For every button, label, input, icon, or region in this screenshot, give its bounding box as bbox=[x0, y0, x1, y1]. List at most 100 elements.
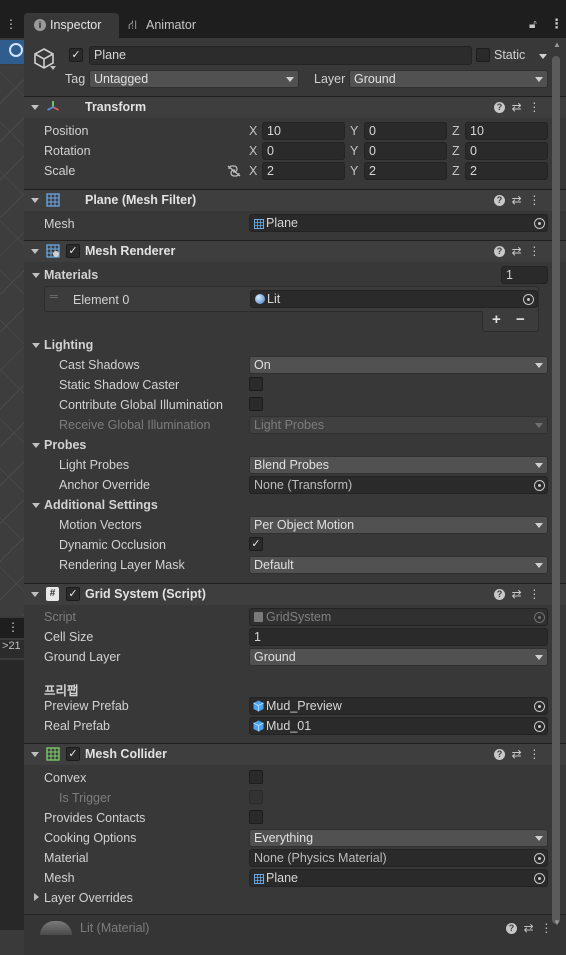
real-prefab-field[interactable]: Mud_01 bbox=[249, 717, 548, 735]
project-menu-icon[interactable]: ⋮ bbox=[7, 620, 19, 634]
collider-mesh-field[interactable]: Plane bbox=[249, 869, 548, 887]
scroll-down-icon[interactable]: ▼ bbox=[553, 918, 561, 927]
scale-z-field[interactable]: 2 bbox=[465, 162, 548, 180]
position-x-field[interactable]: 10 bbox=[262, 122, 345, 140]
rendering-layer-mask-dropdown[interactable]: Default bbox=[249, 556, 548, 574]
component-menu-icon[interactable]: ⋮ bbox=[528, 193, 540, 207]
drag-handle-icon[interactable]: ═ bbox=[50, 291, 58, 303]
layer-overrides-label[interactable]: Layer Overrides bbox=[44, 891, 133, 905]
light-probes-dropdown[interactable]: Blend Probes bbox=[249, 456, 548, 474]
position-y-label[interactable]: Y bbox=[350, 124, 358, 138]
convex-checkbox[interactable] bbox=[249, 770, 263, 784]
rotation-z-field[interactable]: 0 bbox=[465, 142, 548, 160]
scroll-up-icon[interactable]: ▲ bbox=[553, 40, 561, 49]
expand-icon[interactable] bbox=[31, 198, 39, 203]
help-icon[interactable]: ? bbox=[494, 589, 505, 601]
mesh-renderer-header[interactable]: ✓ Mesh Renderer ? ⇄ ⋮ bbox=[24, 240, 566, 262]
materials-expand-icon[interactable] bbox=[32, 273, 40, 278]
dynamic-occlusion-checkbox[interactable]: ✓ bbox=[249, 537, 263, 551]
help-icon[interactable]: ? bbox=[494, 195, 505, 207]
scene-grid[interactable] bbox=[0, 66, 24, 616]
rotation-y-label[interactable]: Y bbox=[350, 144, 358, 158]
scale-z-label[interactable]: Z bbox=[452, 164, 460, 178]
provides-contacts-checkbox[interactable] bbox=[249, 810, 263, 824]
rotation-z-label[interactable]: Z bbox=[452, 144, 460, 158]
constrain-proportions-icon[interactable] bbox=[227, 165, 241, 180]
mesh-filter-header[interactable]: Plane (Mesh Filter) ? ⇄ ⋮ bbox=[24, 189, 566, 211]
mesh-renderer-enabled-checkbox[interactable]: ✓ bbox=[66, 244, 80, 258]
additional-settings-label[interactable]: Additional Settings bbox=[44, 498, 158, 512]
layer-overrides-expand-icon[interactable] bbox=[34, 893, 39, 901]
component-menu-icon[interactable]: ⋮ bbox=[528, 100, 540, 114]
object-picker-icon[interactable] bbox=[534, 480, 545, 491]
static-shadow-caster-checkbox[interactable] bbox=[249, 377, 263, 391]
expand-icon[interactable] bbox=[31, 105, 39, 110]
rotation-x-label[interactable]: X bbox=[249, 144, 257, 158]
lighting-expand-icon[interactable] bbox=[32, 343, 40, 348]
grid-system-enabled-checkbox[interactable]: ✓ bbox=[66, 587, 80, 601]
material-preview-bar[interactable]: Lit (Material) ? ⇄ ⋮ bbox=[24, 914, 566, 955]
lighting-label[interactable]: Lighting bbox=[44, 338, 93, 352]
cooking-options-dropdown[interactable]: Everything bbox=[249, 829, 548, 847]
object-picker-icon[interactable] bbox=[534, 853, 545, 864]
object-picker-icon[interactable] bbox=[534, 721, 545, 732]
position-x-label[interactable]: X bbox=[249, 124, 257, 138]
mesh-collider-header[interactable]: ✓ Mesh Collider ? ⇄ ⋮ bbox=[24, 743, 566, 765]
preview-prefab-field[interactable]: Mud_Preview bbox=[249, 697, 548, 715]
mesh-collider-enabled-checkbox[interactable]: ✓ bbox=[66, 747, 80, 761]
probes-expand-icon[interactable] bbox=[32, 443, 40, 448]
object-picker-icon[interactable] bbox=[523, 294, 534, 305]
scrollbar-thumb[interactable] bbox=[552, 56, 560, 924]
remove-element-button[interactable]: − bbox=[516, 311, 525, 328]
grid-system-header[interactable]: # ✓ Grid System (Script) ? ⇄ ⋮ bbox=[24, 583, 566, 605]
materials-label[interactable]: Materials bbox=[44, 268, 98, 282]
scale-y-field[interactable]: 2 bbox=[364, 162, 447, 180]
static-checkbox[interactable] bbox=[476, 48, 490, 62]
position-y-field[interactable]: 0 bbox=[364, 122, 447, 140]
gameobject-active-checkbox[interactable]: ✓ bbox=[69, 48, 83, 62]
add-element-button[interactable]: + bbox=[492, 311, 501, 328]
presets-icon[interactable]: ⇄ bbox=[512, 747, 522, 761]
probes-label[interactable]: Probes bbox=[44, 438, 86, 452]
cast-shadows-dropdown[interactable]: On bbox=[249, 356, 548, 374]
scale-y-label[interactable]: Y bbox=[350, 164, 358, 178]
position-z-label[interactable]: Z bbox=[452, 124, 460, 138]
presets-icon[interactable]: ⇄ bbox=[512, 587, 522, 601]
element0-field[interactable]: Lit bbox=[250, 290, 538, 308]
position-z-field[interactable]: 10 bbox=[465, 122, 548, 140]
component-menu-icon[interactable]: ⋮ bbox=[540, 921, 552, 935]
rotation-y-field[interactable]: 0 bbox=[364, 142, 447, 160]
help-icon[interactable]: ? bbox=[494, 102, 505, 114]
component-menu-icon[interactable]: ⋮ bbox=[528, 587, 540, 601]
additional-settings-expand-icon[interactable] bbox=[32, 503, 40, 508]
tag-dropdown[interactable]: Untagged bbox=[89, 70, 299, 88]
scale-x-label[interactable]: X bbox=[249, 164, 257, 178]
object-picker-icon[interactable] bbox=[534, 701, 545, 712]
lock-icon[interactable]: 🔓︎ bbox=[529, 17, 537, 32]
more-options-icon[interactable]: ⋮ bbox=[550, 16, 563, 32]
expand-icon[interactable] bbox=[31, 592, 39, 597]
presets-icon[interactable]: ⇄ bbox=[512, 193, 522, 207]
materials-count-field[interactable]: 1 bbox=[501, 266, 548, 284]
tab-inspector[interactable]: i Inspector bbox=[24, 13, 119, 38]
mesh-object-field[interactable]: Plane bbox=[249, 214, 548, 232]
tab-animator[interactable]: ⛙ Animator bbox=[124, 13, 234, 38]
rotation-x-field[interactable]: 0 bbox=[262, 142, 345, 160]
gameobject-icon-caret[interactable] bbox=[50, 66, 56, 70]
cell-size-field[interactable]: 1 bbox=[249, 628, 548, 646]
anchor-override-field[interactable]: None (Transform) bbox=[249, 476, 548, 494]
help-icon[interactable]: ? bbox=[494, 749, 505, 761]
help-icon[interactable]: ? bbox=[506, 923, 517, 935]
gameobject-name-field[interactable]: Plane bbox=[89, 46, 472, 65]
ground-layer-dropdown[interactable]: Ground bbox=[249, 648, 548, 666]
object-picker-icon[interactable] bbox=[534, 873, 545, 884]
component-menu-icon[interactable]: ⋮ bbox=[528, 244, 540, 258]
component-menu-icon[interactable]: ⋮ bbox=[528, 747, 540, 761]
transform-header[interactable]: Transform ? ⇄ ⋮ bbox=[24, 96, 566, 118]
presets-icon[interactable]: ⇄ bbox=[524, 921, 534, 935]
physics-material-field[interactable]: None (Physics Material) bbox=[249, 849, 548, 867]
presets-icon[interactable]: ⇄ bbox=[512, 244, 522, 258]
contribute-gi-checkbox[interactable] bbox=[249, 397, 263, 411]
help-icon[interactable]: ? bbox=[494, 246, 505, 258]
static-dropdown-icon[interactable] bbox=[539, 54, 547, 59]
